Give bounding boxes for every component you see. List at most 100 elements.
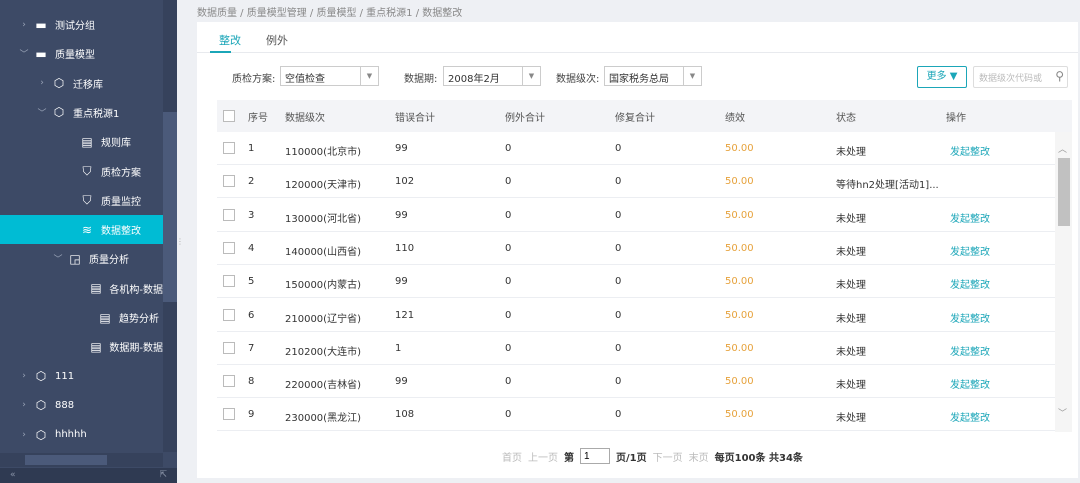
table-row: 5 150000(内蒙古) 99 0 0 50.00 未处理 发起整改 — [217, 265, 1055, 299]
row-checkbox[interactable] — [223, 341, 235, 354]
sidebar-item[interactable]: ﹀ ▬ 质量模型 — [0, 39, 163, 68]
row-checkbox[interactable] — [223, 208, 235, 221]
resize-handle[interactable]: ⋮ — [176, 0, 184, 483]
chevron-down-icon[interactable]: ﹀ — [52, 252, 64, 265]
table-cell: 210000(辽宁省) — [285, 313, 361, 325]
table-cell: 99 — [395, 143, 408, 154]
sidebar-item[interactable]: ⛉ 质检方案 — [0, 157, 163, 186]
rectify-link[interactable]: 发起整改 — [950, 210, 990, 225]
table-cell: 110000(北京市) — [285, 147, 361, 158]
cube-icon: ⬡ — [35, 427, 47, 442]
table-cell: 未处理 — [836, 346, 866, 358]
table-cell: 未处理 — [836, 147, 866, 158]
chevron-right-icon[interactable]: › — [18, 430, 30, 440]
sidebar-item-label: hhhhh — [55, 429, 87, 441]
table-cell: 0 — [505, 409, 512, 421]
column-header: 序号 — [248, 113, 268, 124]
search-icon[interactable]: ⚲ — [1055, 69, 1064, 83]
search-input[interactable]: 数据级次代码或 ⚲ — [973, 66, 1068, 88]
prev-page-link[interactable]: 上一页 — [528, 449, 558, 464]
table-scroll-thumb[interactable] — [1058, 158, 1070, 226]
row-checkbox[interactable] — [223, 275, 235, 288]
sidebar-item[interactable]: ﹀ ⬡ 重点税源1 — [0, 98, 163, 127]
table-row: 1 110000(北京市) 99 0 0 50.00 未处理 发起整改 — [217, 132, 1055, 165]
more-button[interactable]: 更多 ▼ — [917, 66, 967, 88]
row-checkbox[interactable] — [223, 308, 235, 321]
row-checkbox[interactable] — [223, 241, 235, 254]
plan-select[interactable]: 空值检查 ▼ — [280, 66, 379, 86]
row-checkbox[interactable] — [223, 408, 235, 421]
pin-icon[interactable]: ⇱ — [159, 470, 167, 481]
level-select[interactable]: 国家税务总局 ▼ — [604, 66, 702, 86]
sidebar-item[interactable]: ▤ 数据期-数据 — [0, 332, 163, 361]
table-cell: 140000(山西省) — [285, 246, 361, 258]
page-suffix: 页/1页 — [616, 452, 647, 464]
tab-exception[interactable]: 例外 — [266, 32, 288, 48]
shield-doc-icon: ⛉ — [82, 163, 92, 178]
sidebar-hscroll-thumb[interactable] — [25, 455, 107, 465]
table-cell: 1 — [248, 143, 255, 154]
period-select[interactable]: 2008年2月 ▼ — [443, 66, 541, 86]
chevron-right-icon[interactable]: › — [36, 78, 48, 88]
rectify-link[interactable]: 发起整改 — [950, 276, 990, 291]
table-cell: 99 — [395, 209, 408, 221]
sidebar-item[interactable]: ≋ 数据整改 — [0, 215, 163, 245]
collapse-icon[interactable]: « — [10, 470, 16, 481]
cube-icon: ⬡ — [53, 76, 65, 91]
table-cell: 0 — [505, 209, 512, 221]
sidebar-item[interactable]: › ▬ 测试分组 — [0, 10, 163, 39]
sidebar-item[interactable]: ▤ 趋势分析 — [0, 303, 163, 332]
sidebar-item[interactable]: ▤ 各机构-数据 — [0, 274, 163, 303]
table-cell: 6 — [248, 309, 255, 321]
row-checkbox[interactable] — [223, 375, 235, 388]
row-checkbox[interactable] — [223, 175, 235, 188]
table-cell: 50.00 — [725, 276, 754, 288]
period-label: 数据期: — [404, 74, 438, 85]
row-checkbox[interactable] — [223, 142, 235, 154]
sidebar-item-label: 规则库 — [101, 138, 131, 150]
sidebar-item[interactable]: › ⬡ 迁移库 — [0, 69, 163, 98]
sidebar-item[interactable]: ▤ 规则库 — [0, 127, 163, 156]
scroll-down-icon[interactable]: ﹀ — [1058, 406, 1067, 419]
sidebar-item-label: 数据整改 — [101, 226, 141, 238]
table-cell: 未处理 — [836, 313, 866, 325]
scroll-up-icon[interactable]: ︿ — [1058, 142, 1067, 155]
table-cell: 0 — [505, 242, 512, 254]
level-value: 国家税务总局 — [609, 74, 669, 85]
rectify-link[interactable]: 发起整改 — [950, 343, 990, 358]
chevron-right-icon[interactable]: › — [18, 20, 30, 30]
sidebar-item[interactable]: ⛉ 质量监控 — [0, 186, 163, 215]
sidebar-item[interactable]: ﹀ ◲ 质量分析 — [0, 244, 163, 273]
sidebar-scroll-thumb[interactable] — [163, 112, 177, 302]
table-cell: 110 — [395, 242, 415, 254]
table-cell: 0 — [615, 376, 622, 388]
table-cell: 未处理 — [836, 246, 866, 258]
table-cell: 50.00 — [725, 309, 754, 321]
last-page-link[interactable]: 末页 — [689, 449, 709, 464]
sidebar-item[interactable]: › ⬡ 111 — [0, 362, 163, 391]
first-page-link[interactable]: 首页 — [502, 449, 522, 464]
table-cell: 0 — [615, 276, 622, 288]
rectify-link[interactable]: 发起整改 — [950, 409, 990, 424]
chevron-down-icon[interactable]: ﹀ — [18, 47, 30, 60]
chevron-right-icon[interactable]: › — [18, 400, 30, 410]
chevron-right-icon[interactable]: › — [18, 371, 30, 381]
table-cell: 0 — [505, 342, 512, 354]
page-input[interactable] — [580, 448, 610, 464]
table-cell: 130000(河北省) — [285, 213, 361, 225]
next-page-link[interactable]: 下一页 — [653, 449, 683, 464]
database-edit-icon: ≋ — [81, 222, 93, 237]
sidebar-item[interactable]: › ⬡ 888 — [0, 391, 163, 420]
column-header: 错误合计 — [395, 113, 435, 124]
rectify-link[interactable]: 发起整改 — [950, 376, 990, 391]
rectify-link[interactable]: 发起整改 — [950, 310, 990, 325]
rectify-link[interactable]: 发起整改 — [950, 243, 990, 258]
rectify-link[interactable]: 发起整改 — [950, 143, 990, 158]
tab-rectify[interactable]: 整改 — [219, 32, 241, 48]
chevron-down-icon[interactable]: ﹀ — [36, 106, 48, 119]
sidebar-item[interactable]: › ⬡ hhhhh — [0, 420, 163, 449]
table-cell: 0 — [615, 143, 622, 154]
select-all-checkbox[interactable] — [223, 110, 235, 122]
table-row: 6 210000(辽宁省) 121 0 0 50.00 未处理 发起整改 — [217, 299, 1055, 332]
active-tab-indicator — [210, 51, 231, 53]
